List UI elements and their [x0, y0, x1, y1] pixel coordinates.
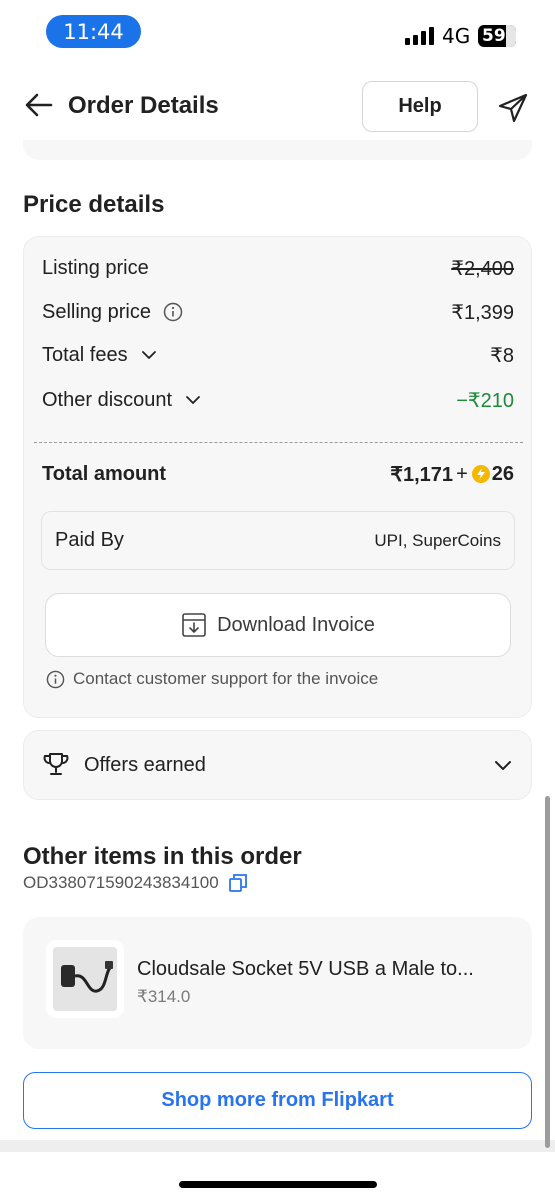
total-plus: + [456, 462, 468, 485]
download-icon [182, 613, 206, 637]
header: Order Details Help [0, 64, 555, 150]
other-discount-label: Other discount [42, 388, 173, 411]
selling-price-label: Selling price [42, 300, 151, 323]
total-amount-label: Total amount [42, 462, 167, 485]
paid-by-value: UPI, SuperCoins [374, 530, 501, 550]
page-title: Order Details [68, 92, 219, 119]
product-name: Cloudsale Socket 5V USB a Male to... [137, 958, 474, 980]
share-icon[interactable] [497, 92, 529, 124]
other-discount-row[interactable]: Other discount −₹210 [42, 385, 514, 415]
offers-earned-card[interactable]: Offers earned [23, 730, 532, 800]
info-icon [46, 670, 65, 688]
chevron-down-icon[interactable] [493, 755, 513, 775]
download-invoice-button[interactable]: Download Invoice [45, 593, 511, 657]
home-indicator [179, 1181, 377, 1188]
order-id: OD338071590243834100 [23, 873, 219, 892]
previous-card-edge [23, 140, 532, 160]
bottom-separator [0, 1140, 555, 1152]
supercoin-icon [471, 465, 490, 483]
total-fees-value: ₹8 [490, 344, 514, 367]
selling-price-row: Selling price ₹1,399 [42, 297, 514, 327]
copy-icon[interactable] [228, 874, 247, 892]
shop-more-button[interactable]: Shop more from Flipkart [23, 1072, 532, 1129]
status-time: 11:44 [46, 15, 141, 48]
price-details-title: Price details [23, 191, 165, 218]
help-button[interactable]: Help [362, 81, 478, 132]
support-note-text: Contact customer support for the invoice [73, 669, 379, 688]
listing-price-value: ₹2,400 [451, 257, 514, 280]
battery-icon: 59 [478, 25, 516, 47]
trophy-icon [43, 753, 69, 775]
order-item-card[interactable]: Cloudsale Socket 5V USB a Male to... ₹31… [23, 917, 532, 1049]
total-fees-row[interactable]: Total fees ₹8 [42, 340, 514, 370]
other-discount-value: −₹210 [456, 389, 514, 412]
support-note: Contact customer support for the invoice [46, 669, 378, 689]
status-bar: 11:44 4G 59 [0, 0, 555, 64]
total-fees-label: Total fees [42, 343, 128, 366]
product-price: ₹314.0 [137, 987, 191, 1006]
network-type: 4G [442, 24, 471, 48]
listing-price-label: Listing price [42, 256, 149, 279]
download-invoice-label: Download Invoice [217, 613, 375, 636]
selling-price-value: ₹1,399 [451, 301, 514, 324]
total-amount-row: Total amount ₹1,171 + 26 [42, 459, 514, 489]
supercoins-value: 26 [491, 462, 514, 485]
offers-earned-label: Offers earned [84, 753, 206, 776]
chevron-down-icon[interactable] [140, 346, 158, 364]
divider [34, 442, 523, 443]
chevron-down-icon[interactable] [184, 391, 202, 409]
battery-level: 59 [482, 26, 506, 46]
info-icon[interactable] [163, 302, 183, 322]
other-items-title: Other items in this order [23, 843, 302, 870]
paid-by-box: Paid By UPI, SuperCoins [41, 511, 515, 570]
listing-price-row: Listing price ₹2,400 [42, 253, 514, 283]
paid-by-label: Paid By [55, 529, 124, 551]
price-details-card: Listing price ₹2,400 Selling price ₹1,39… [23, 236, 532, 718]
total-amount-value: ₹1,171 [390, 463, 454, 486]
product-image [53, 947, 117, 1011]
order-id-row: OD338071590243834100 [23, 873, 247, 893]
product-thumbnail[interactable] [46, 940, 124, 1018]
back-arrow-icon[interactable] [24, 90, 54, 120]
scrollbar[interactable] [545, 796, 550, 1148]
signal-icon [405, 27, 435, 45]
